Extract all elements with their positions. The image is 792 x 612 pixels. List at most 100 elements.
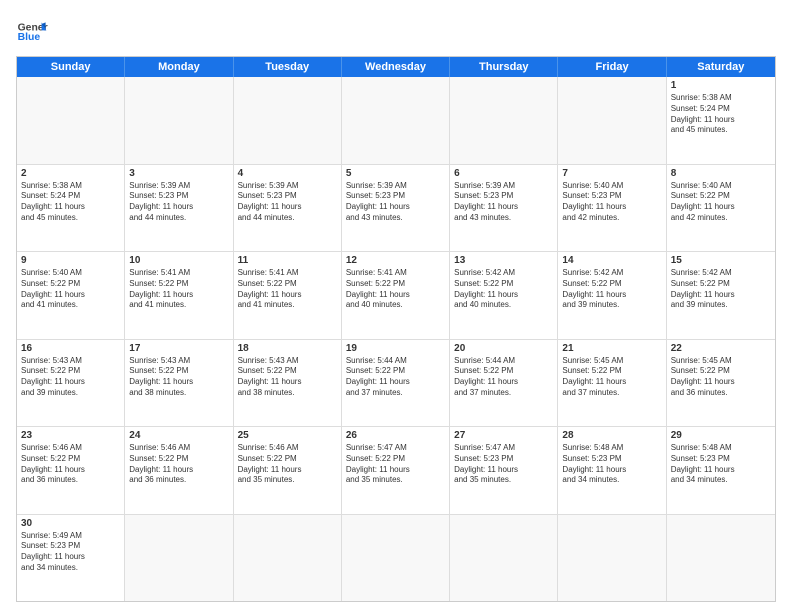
- calendar-header: SundayMondayTuesdayWednesdayThursdayFrid…: [17, 57, 775, 77]
- day-number: 21: [562, 343, 661, 354]
- day-number: 28: [562, 430, 661, 441]
- day-number: 17: [129, 343, 228, 354]
- cell-info: Sunrise: 5:39 AM Sunset: 5:23 PM Dayligh…: [454, 181, 553, 224]
- calendar-cell: 13Sunrise: 5:42 AM Sunset: 5:22 PM Dayli…: [450, 252, 558, 339]
- calendar-cell: 11 Sunrise: 5:41 AM Sunset: 5:22 PM Dayli…: [234, 252, 342, 339]
- calendar-cell: 18Sunrise: 5:43 AM Sunset: 5:22 PM Dayli…: [234, 340, 342, 427]
- cell-info: Sunrise: 5:40 AM Sunset: 5:22 PM Dayligh…: [21, 268, 120, 311]
- header: General Blue: [16, 16, 776, 48]
- calendar-cell: [450, 77, 558, 164]
- calendar-cell: 8 Sunrise: 5:40 AM Sunset: 5:22 PM Daylig…: [667, 165, 775, 252]
- calendar-row-3: 16 Sunrise: 5:43 AM Sunset: 5:22 PM Dayli…: [17, 339, 775, 427]
- day-number: 7: [562, 168, 661, 179]
- calendar-cell: [667, 515, 775, 602]
- calendar-cell: 9 Sunrise: 5:40 AM Sunset: 5:22 PM Daylig…: [17, 252, 125, 339]
- weekday-header-thursday: Thursday: [450, 57, 558, 77]
- day-number: 9: [21, 255, 120, 266]
- cell-info: Sunrise: 5:46 AM Sunset: 5:22 PM Dayligh…: [129, 443, 228, 486]
- day-number: 24: [129, 430, 228, 441]
- cell-info: Sunrise: 5:40 AM Sunset: 5:22 PM Dayligh…: [671, 181, 771, 224]
- calendar-cell: 26 Sunrise: 5:47 AM Sunset: 5:22 PM Dayli…: [342, 427, 450, 514]
- calendar-cell: [234, 77, 342, 164]
- weekday-header-sunday: Sunday: [17, 57, 125, 77]
- calendar-cell: 22 Sunrise: 5:45 AM Sunset: 5:22 PM Dayli…: [667, 340, 775, 427]
- day-number: 1: [671, 80, 771, 91]
- calendar-cell: 7 Sunrise: 5:40 AM Sunset: 5:23 PM Daylig…: [558, 165, 666, 252]
- calendar-cell: 29Sunrise: 5:48 AM Sunset: 5:23 PM Dayli…: [667, 427, 775, 514]
- day-number: 30: [21, 518, 120, 529]
- calendar-cell: 2 Sunrise: 5:38 AM Sunset: 5:24 PM Daylig…: [17, 165, 125, 252]
- cell-info: Sunrise: 5:48 AM Sunset: 5:23 PM Dayligh…: [671, 443, 771, 486]
- cell-info: Sunrise: 5:39 AM Sunset: 5:23 PM Dayligh…: [238, 181, 337, 224]
- cell-info: Sunrise: 5:38 AM Sunset: 5:24 PM Dayligh…: [671, 93, 771, 136]
- calendar-cell: 15 Sunrise: 5:42 AM Sunset: 5:22 PM Dayli…: [667, 252, 775, 339]
- day-number: 22: [671, 343, 771, 354]
- cell-info: Sunrise: 5:41 AM Sunset: 5:22 PM Dayligh…: [129, 268, 228, 311]
- calendar: SundayMondayTuesdayWednesdayThursdayFrid…: [16, 56, 776, 602]
- calendar-cell: 25Sunrise: 5:46 AM Sunset: 5:22 PM Dayli…: [234, 427, 342, 514]
- calendar-cell: 28 Sunrise: 5:48 AM Sunset: 5:23 PM Dayli…: [558, 427, 666, 514]
- day-number: 14: [562, 255, 661, 266]
- calendar-row-5: 30Sunrise: 5:49 AM Sunset: 5:23 PM Dayli…: [17, 514, 775, 602]
- cell-info: Sunrise: 5:38 AM Sunset: 5:24 PM Dayligh…: [21, 181, 120, 224]
- cell-info: Sunrise: 5:47 AM Sunset: 5:22 PM Dayligh…: [346, 443, 445, 486]
- cell-info: Sunrise: 5:42 AM Sunset: 5:22 PM Dayligh…: [671, 268, 771, 311]
- calendar-cell: 19Sunrise: 5:44 AM Sunset: 5:22 PM Dayli…: [342, 340, 450, 427]
- day-number: 15: [671, 255, 771, 266]
- calendar-cell: 17 Sunrise: 5:43 AM Sunset: 5:22 PM Dayli…: [125, 340, 233, 427]
- calendar-cell: 10 Sunrise: 5:41 AM Sunset: 5:22 PM Dayli…: [125, 252, 233, 339]
- calendar-cell: [558, 515, 666, 602]
- cell-info: Sunrise: 5:40 AM Sunset: 5:23 PM Dayligh…: [562, 181, 661, 224]
- calendar-cell: 16Sunrise: 5:43 AM Sunset: 5:22 PM Dayli…: [17, 340, 125, 427]
- day-number: 6: [454, 168, 553, 179]
- logo: General Blue: [16, 16, 48, 48]
- day-number: 11: [238, 255, 337, 266]
- calendar-cell: 27Sunrise: 5:47 AM Sunset: 5:23 PM Dayli…: [450, 427, 558, 514]
- cell-info: Sunrise: 5:44 AM Sunset: 5:22 PM Dayligh…: [454, 356, 553, 399]
- day-number: 3: [129, 168, 228, 179]
- day-number: 2: [21, 168, 120, 179]
- calendar-cell: 20 Sunrise: 5:44 AM Sunset: 5:22 PM Dayli…: [450, 340, 558, 427]
- calendar-row-2: 9 Sunrise: 5:40 AM Sunset: 5:22 PM Daylig…: [17, 251, 775, 339]
- generalblue-logo-icon: General Blue: [16, 16, 48, 48]
- calendar-cell: 14Sunrise: 5:42 AM Sunset: 5:22 PM Dayli…: [558, 252, 666, 339]
- calendar-cell: [558, 77, 666, 164]
- calendar-cell: 4 Sunrise: 5:39 AM Sunset: 5:23 PM Daylig…: [234, 165, 342, 252]
- calendar-cell: [125, 77, 233, 164]
- calendar-cell: 5Sunrise: 5:39 AM Sunset: 5:23 PM Daylig…: [342, 165, 450, 252]
- cell-info: Sunrise: 5:44 AM Sunset: 5:22 PM Dayligh…: [346, 356, 445, 399]
- day-number: 25: [238, 430, 337, 441]
- day-number: 4: [238, 168, 337, 179]
- calendar-cell: [125, 515, 233, 602]
- day-number: 16: [21, 343, 120, 354]
- day-number: 10: [129, 255, 228, 266]
- day-number: 18: [238, 343, 337, 354]
- day-number: 23: [21, 430, 120, 441]
- cell-info: Sunrise: 5:39 AM Sunset: 5:23 PM Dayligh…: [129, 181, 228, 224]
- day-number: 8: [671, 168, 771, 179]
- calendar-cell: 24 Sunrise: 5:46 AM Sunset: 5:22 PM Dayli…: [125, 427, 233, 514]
- cell-info: Sunrise: 5:39 AM Sunset: 5:23 PM Dayligh…: [346, 181, 445, 224]
- page: General Blue SundayMondayTuesdayWednesda…: [0, 0, 792, 612]
- weekday-header-monday: Monday: [125, 57, 233, 77]
- day-number: 13: [454, 255, 553, 266]
- day-number: 20: [454, 343, 553, 354]
- calendar-cell: 30Sunrise: 5:49 AM Sunset: 5:23 PM Dayli…: [17, 515, 125, 602]
- calendar-cell: [17, 77, 125, 164]
- calendar-cell: 3 Sunrise: 5:39 AM Sunset: 5:23 PM Daylig…: [125, 165, 233, 252]
- calendar-row-1: 2 Sunrise: 5:38 AM Sunset: 5:24 PM Daylig…: [17, 164, 775, 252]
- cell-info: Sunrise: 5:43 AM Sunset: 5:22 PM Dayligh…: [129, 356, 228, 399]
- weekday-header-wednesday: Wednesday: [342, 57, 450, 77]
- day-number: 12: [346, 255, 445, 266]
- cell-info: Sunrise: 5:45 AM Sunset: 5:22 PM Dayligh…: [562, 356, 661, 399]
- day-number: 26: [346, 430, 445, 441]
- calendar-cell: [342, 515, 450, 602]
- cell-info: Sunrise: 5:48 AM Sunset: 5:23 PM Dayligh…: [562, 443, 661, 486]
- cell-info: Sunrise: 5:41 AM Sunset: 5:22 PM Dayligh…: [238, 268, 337, 311]
- calendar-body: 1 Sunrise: 5:38 AM Sunset: 5:24 PM Daylig…: [17, 77, 775, 601]
- calendar-cell: 21 Sunrise: 5:45 AM Sunset: 5:22 PM Dayli…: [558, 340, 666, 427]
- calendar-cell: [450, 515, 558, 602]
- calendar-cell: 6 Sunrise: 5:39 AM Sunset: 5:23 PM Daylig…: [450, 165, 558, 252]
- cell-info: Sunrise: 5:45 AM Sunset: 5:22 PM Dayligh…: [671, 356, 771, 399]
- weekday-header-friday: Friday: [558, 57, 666, 77]
